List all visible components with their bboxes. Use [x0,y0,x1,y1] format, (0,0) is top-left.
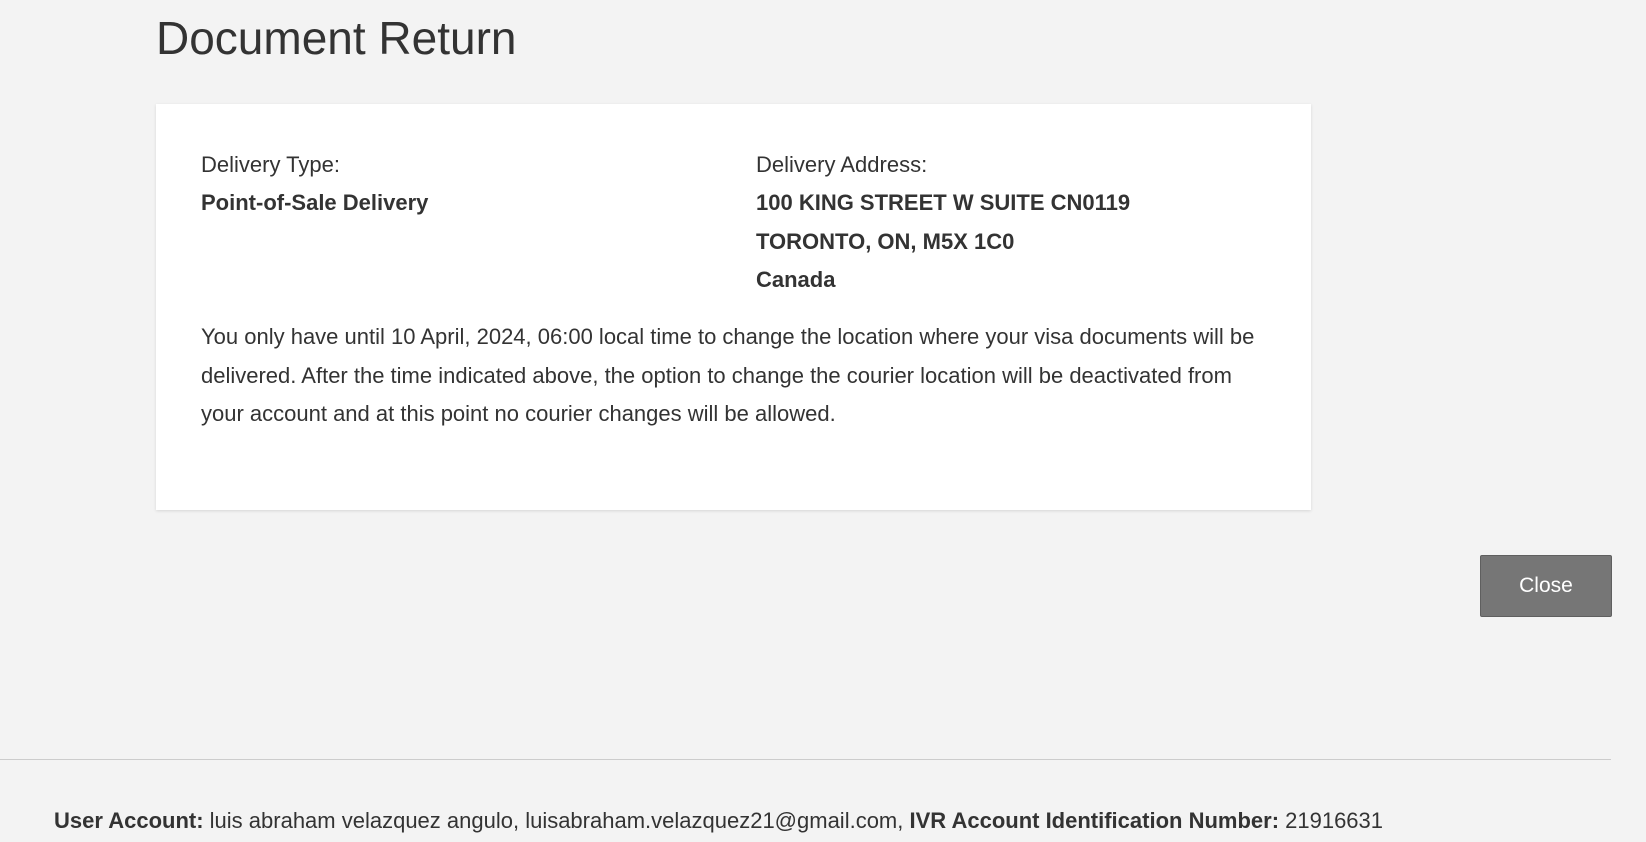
delivery-address-line-3: Canada [756,267,836,292]
delivery-address-label: Delivery Address: [756,152,928,177]
delivery-type-value: Point-of-Sale Delivery [201,190,429,215]
delivery-address-line-2: TORONTO, ON, M5X 1C0 [756,228,1015,254]
delivery-type-label: Delivery Type: [201,152,340,177]
page-title: Document Return [156,12,517,64]
close-button[interactable]: Close [1480,555,1612,617]
delivery-address-section: Delivery Address: 100 KING STREET W SUIT… [756,146,1130,300]
delivery-details-card: Delivery Type: Point-of-Sale Delivery De… [156,104,1311,510]
courier-change-deadline-notice: You only have until 10 April, 2024, 06:0… [201,324,1255,426]
ivr-account-id-label: IVR Account Identification Number: [909,808,1280,833]
account-footer: User Account: luis abraham velazquez ang… [54,806,1383,836]
footer-divider [0,759,1611,760]
ivr-account-id-value: 21916631 [1279,808,1384,833]
user-account-label: User Account: [54,808,204,833]
delivery-type-section: Delivery Type: Point-of-Sale Delivery [201,146,428,223]
delivery-address-line-1: 100 KING STREET W SUITE CN0119 [756,190,1131,215]
user-account-value: luis abraham velazquez angulo, luisabrah… [203,808,910,833]
